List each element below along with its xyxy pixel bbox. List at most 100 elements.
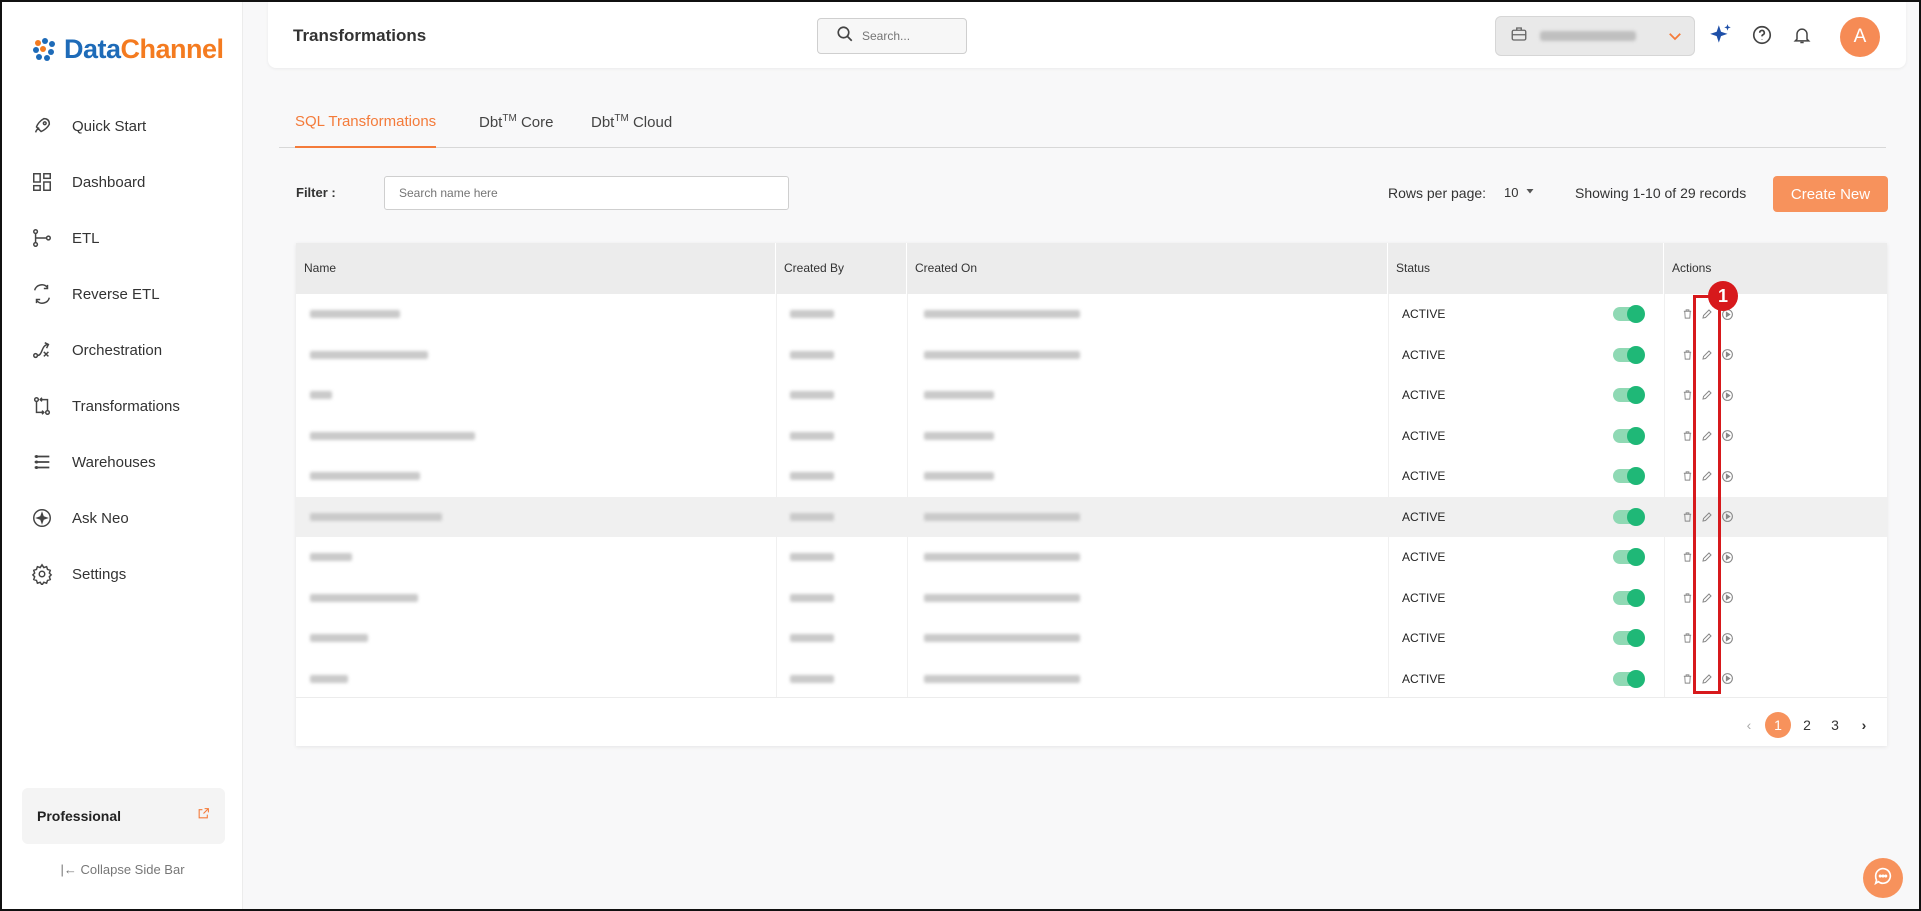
run-play-icon[interactable] (1720, 429, 1734, 443)
redacted-name (310, 553, 352, 562)
status-toggle[interactable] (1613, 588, 1645, 607)
run-play-icon[interactable] (1720, 672, 1734, 686)
cell-name (310, 416, 475, 457)
run-play-icon[interactable] (1720, 510, 1734, 524)
rows-per-page-value: 10 (1504, 185, 1519, 200)
status-text: ACTIVE (1402, 550, 1446, 565)
delete-icon[interactable] (1680, 591, 1694, 605)
cell-name (310, 375, 332, 416)
status-text: ACTIVE (1402, 671, 1446, 686)
sidebar-item-orchestration[interactable]: Orchestration (2, 322, 242, 378)
delete-icon[interactable] (1680, 388, 1694, 402)
status-toggle[interactable] (1613, 305, 1645, 323)
delete-icon[interactable] (1680, 550, 1694, 564)
tab-sql-transformations[interactable]: SQL Transformations (295, 113, 437, 148)
delete-icon[interactable] (1680, 672, 1694, 686)
delete-icon[interactable] (1680, 631, 1694, 645)
bell-icon[interactable] (1789, 22, 1815, 48)
run-play-icon[interactable] (1720, 388, 1734, 402)
status-toggle[interactable] (1613, 629, 1645, 647)
delete-icon[interactable] (1680, 429, 1694, 443)
delete-icon[interactable] (1680, 348, 1694, 362)
column-header-created-on[interactable]: Created On (907, 243, 1388, 294)
ai-sparkle-icon[interactable] (1708, 22, 1734, 48)
redacted-date (924, 593, 1080, 602)
table-row[interactable]: ACTIVE (296, 496, 1887, 538)
cell-name (310, 294, 400, 335)
sidebar-nav: Quick Start Dashboard ETL Reverse ETL Or… (2, 98, 242, 602)
organization-selector[interactable] (1495, 16, 1695, 56)
redacted-user (790, 593, 834, 602)
run-play-icon[interactable] (1720, 550, 1734, 564)
run-play-icon[interactable] (1720, 631, 1734, 645)
page-button-1[interactable]: 1 (1765, 712, 1791, 738)
avatar[interactable]: A (1840, 17, 1880, 57)
tab-label: SQL Transformations (295, 113, 437, 130)
column-header-name[interactable]: Name (296, 243, 776, 294)
status-toggle[interactable] (1613, 548, 1645, 566)
cell-created-by (790, 375, 834, 416)
sidebar-item-transformations[interactable]: Transformations (2, 378, 242, 434)
redacted-user (790, 472, 834, 481)
rows-per-page-select[interactable]: 10 (1504, 185, 1536, 200)
column-header-status[interactable]: Status (1388, 243, 1664, 294)
status-toggle[interactable] (1613, 426, 1645, 445)
help-icon[interactable] (1749, 22, 1775, 48)
chat-support-button[interactable] (1863, 858, 1903, 898)
page-button-2[interactable]: 2 (1794, 712, 1820, 738)
sidebar-item-etl[interactable]: ETL (2, 210, 242, 266)
sidebar-item-dashboard[interactable]: Dashboard (2, 154, 242, 210)
sidebar-item-settings[interactable]: Settings (2, 546, 242, 602)
prev-page-button[interactable]: ‹ (1736, 712, 1762, 738)
redacted-user (790, 674, 834, 683)
sidebar-item-reverse-etl[interactable]: Reverse ETL (2, 266, 242, 322)
delete-icon[interactable] (1680, 307, 1694, 321)
redacted-user (790, 310, 834, 319)
global-search[interactable] (817, 18, 967, 54)
cell-status: ACTIVE (1402, 578, 1445, 619)
delete-icon[interactable] (1680, 469, 1694, 483)
run-play-icon[interactable] (1720, 348, 1734, 362)
table-row[interactable]: ACTIVE (296, 456, 1887, 497)
page-title: Transformations (293, 26, 427, 45)
external-link-icon[interactable] (197, 807, 210, 825)
tab-dbt-cloud[interactable]: DbtTM Cloud (591, 113, 672, 148)
table-row[interactable]: ACTIVE (296, 659, 1887, 700)
redacted-date (924, 512, 1080, 521)
create-new-button[interactable]: Create New (1773, 176, 1888, 212)
status-toggle[interactable] (1613, 345, 1645, 364)
column-header-created-by[interactable]: Created By (776, 243, 907, 294)
status-toggle[interactable] (1613, 507, 1645, 526)
table-row[interactable]: ACTIVE (296, 537, 1887, 578)
table-row[interactable]: ACTIVE (296, 375, 1887, 416)
transformations-table: Name Created By Created On Status Action… (296, 243, 1887, 746)
next-page-button[interactable]: › (1851, 712, 1877, 738)
status-toggle[interactable] (1613, 386, 1645, 404)
plan-card[interactable]: Professional (22, 788, 225, 844)
delete-icon[interactable] (1680, 510, 1694, 524)
sidebar-item-warehouses[interactable]: Warehouses (2, 434, 242, 490)
datachannel-logo[interactable]: DataChannel (30, 34, 224, 65)
table-row[interactable]: ACTIVE (296, 618, 1887, 659)
sidebar-item-ask-neo[interactable]: Ask Neo (2, 490, 242, 546)
status-text: ACTIVE (1402, 307, 1446, 322)
run-play-icon[interactable] (1720, 591, 1734, 605)
table-row[interactable]: ACTIVE (296, 294, 1887, 335)
cell-status: ACTIVE (1402, 375, 1445, 416)
collapse-sidebar-button[interactable]: |← Collapse Side Bar (2, 862, 243, 877)
table-row[interactable]: ACTIVE (296, 578, 1887, 619)
status-toggle[interactable] (1613, 467, 1645, 485)
sidebar-item-quick-start[interactable]: Quick Start (2, 98, 242, 154)
status-toggle[interactable] (1613, 669, 1645, 688)
pagination: ‹ 1 2 3 › (296, 697, 1887, 746)
cell-created-by (790, 497, 834, 538)
search-input[interactable] (862, 29, 952, 43)
run-play-icon[interactable] (1720, 469, 1734, 483)
table-header: Name Created By Created On Status Action… (296, 243, 1887, 294)
table-row[interactable]: ACTIVE (296, 416, 1887, 457)
status-text: ACTIVE (1402, 388, 1446, 403)
page-button-3[interactable]: 3 (1822, 712, 1848, 738)
filter-name-input[interactable] (384, 176, 789, 210)
tab-dbt-core[interactable]: DbtTM Core (479, 113, 553, 148)
table-row[interactable]: ACTIVE (296, 335, 1887, 376)
